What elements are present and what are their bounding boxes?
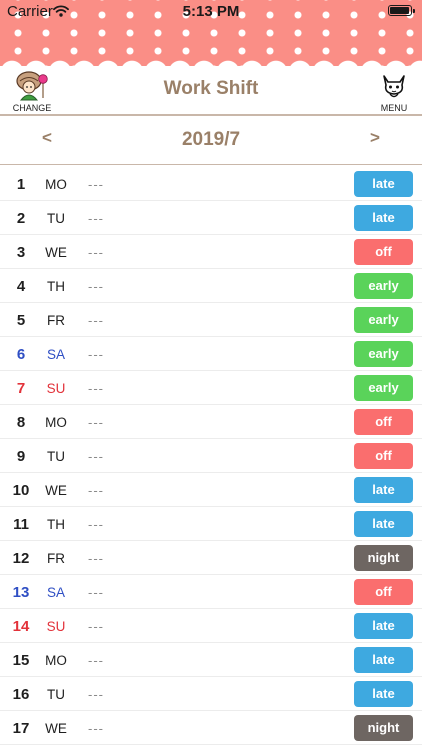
change-label: CHANGE — [12, 103, 52, 113]
weekday-label: TU — [47, 449, 65, 464]
shift-row[interactable]: 15 MO --- late — [0, 643, 422, 677]
shift-badge[interactable]: late — [354, 205, 413, 231]
shift-row[interactable]: 11 TH --- late — [0, 507, 422, 541]
weekday-label: WE — [45, 245, 67, 260]
shift-row[interactable]: 5 FR --- early — [0, 303, 422, 337]
weekday-label: WE — [45, 721, 67, 736]
shift-note: --- — [88, 721, 104, 736]
shift-badge[interactable]: early — [354, 375, 413, 401]
weekday-label: TU — [47, 211, 65, 226]
menu-label: MENU — [380, 103, 408, 113]
weekday-label: MO — [45, 653, 67, 668]
day-number: 15 — [12, 652, 30, 669]
shift-row[interactable]: 14 SU --- late — [0, 609, 422, 643]
day-number: 5 — [16, 312, 26, 329]
shift-badge[interactable]: night — [354, 545, 413, 571]
current-month: 2019/7 — [181, 129, 241, 150]
shift-row[interactable]: 7 SU --- early — [0, 371, 422, 405]
day-number: 6 — [16, 346, 26, 363]
shift-note: --- — [88, 653, 104, 668]
page-title: Work Shift — [163, 78, 259, 99]
weekday-label: SU — [46, 381, 66, 396]
shift-row[interactable]: 17 WE --- night — [0, 711, 422, 745]
cat-icon — [383, 75, 405, 98]
day-number: 13 — [12, 584, 30, 601]
shift-badge[interactable]: late — [354, 647, 413, 673]
shift-badge[interactable]: early — [354, 341, 413, 367]
status-time: 5:13 PM — [182, 3, 240, 20]
day-number: 16 — [12, 686, 30, 703]
month-navigator: < 2019/7 > — [0, 116, 422, 165]
shift-note: --- — [88, 381, 104, 396]
shift-note: --- — [88, 279, 104, 294]
shift-badge[interactable]: late — [354, 171, 413, 197]
shift-row[interactable]: 6 SA --- early — [0, 337, 422, 371]
weekday-label: MO — [45, 415, 67, 430]
shift-note: --- — [88, 619, 104, 634]
shift-badge[interactable]: off — [354, 239, 413, 265]
day-number: 7 — [16, 380, 26, 397]
day-number: 9 — [16, 448, 26, 465]
shift-note: --- — [88, 483, 104, 498]
shift-list: 1 MO --- late 2 TU --- late 3 WE --- off 4 TH --- early… — [0, 167, 422, 745]
shift-note: --- — [88, 551, 104, 566]
shift-badge[interactable]: off — [354, 579, 413, 605]
weekday-label: TH — [47, 279, 65, 294]
shift-badge[interactable]: early — [354, 307, 413, 333]
shift-badge[interactable]: early — [354, 273, 413, 299]
day-number: 17 — [12, 720, 30, 737]
weekday-label: TU — [47, 687, 65, 702]
shift-row[interactable]: 4 TH --- early — [0, 269, 422, 303]
shift-note: --- — [88, 313, 104, 328]
shift-row[interactable]: 9 TU --- off — [0, 439, 422, 473]
shift-note: --- — [88, 211, 104, 226]
day-number: 14 — [12, 618, 30, 635]
shift-badge[interactable]: off — [354, 409, 413, 435]
shift-row[interactable]: 10 WE --- late — [0, 473, 422, 507]
shift-row[interactable]: 13 SA --- off — [0, 575, 422, 609]
shift-note: --- — [88, 415, 104, 430]
shift-row[interactable]: 12 FR --- night — [0, 541, 422, 575]
day-number: 4 — [16, 278, 26, 295]
shift-note: --- — [88, 449, 104, 464]
shift-row[interactable]: 16 TU --- late — [0, 677, 422, 711]
weekday-label: TH — [47, 517, 65, 532]
day-number: 3 — [16, 244, 26, 261]
next-month-button[interactable]: > — [360, 128, 390, 154]
weekday-label: FR — [47, 551, 65, 566]
shift-row[interactable]: 8 MO --- off — [0, 405, 422, 439]
day-number: 10 — [12, 482, 30, 499]
weekday-label: WE — [45, 483, 67, 498]
weekday-label: SA — [46, 347, 65, 362]
day-number: 8 — [16, 414, 26, 431]
day-number: 11 — [13, 516, 29, 533]
shift-badge[interactable]: late — [354, 477, 413, 503]
shift-note: --- — [88, 347, 104, 362]
nav-bar: CHANGE Work Shift MENU — [0, 66, 422, 116]
shift-note: --- — [88, 177, 104, 192]
shift-note: --- — [88, 517, 104, 532]
shift-note: --- — [88, 245, 104, 260]
weekday-label: FR — [47, 313, 65, 328]
status-bar: Carrier 5:13 PM — [0, 0, 422, 22]
shift-badge[interactable]: late — [354, 681, 413, 707]
day-number: 12 — [12, 550, 30, 567]
battery-icon — [388, 5, 415, 16]
shift-note: --- — [88, 687, 104, 702]
shift-badge[interactable]: late — [354, 613, 413, 639]
weekday-label: SU — [46, 619, 66, 634]
shift-badge[interactable]: night — [354, 715, 413, 741]
shift-row[interactable]: 3 WE --- off — [0, 235, 422, 269]
shift-row[interactable]: 2 TU --- late — [0, 201, 422, 235]
shift-note: --- — [88, 585, 104, 600]
shift-badge[interactable]: off — [354, 443, 413, 469]
shift-badge[interactable]: late — [354, 511, 413, 537]
weekday-label: SA — [46, 585, 65, 600]
day-number: 2 — [16, 210, 26, 227]
shift-row[interactable]: 1 MO --- late — [0, 167, 422, 201]
day-number: 1 — [16, 176, 26, 193]
menu-button[interactable]: MENU — [377, 70, 411, 114]
weekday-label: MO — [45, 177, 67, 192]
